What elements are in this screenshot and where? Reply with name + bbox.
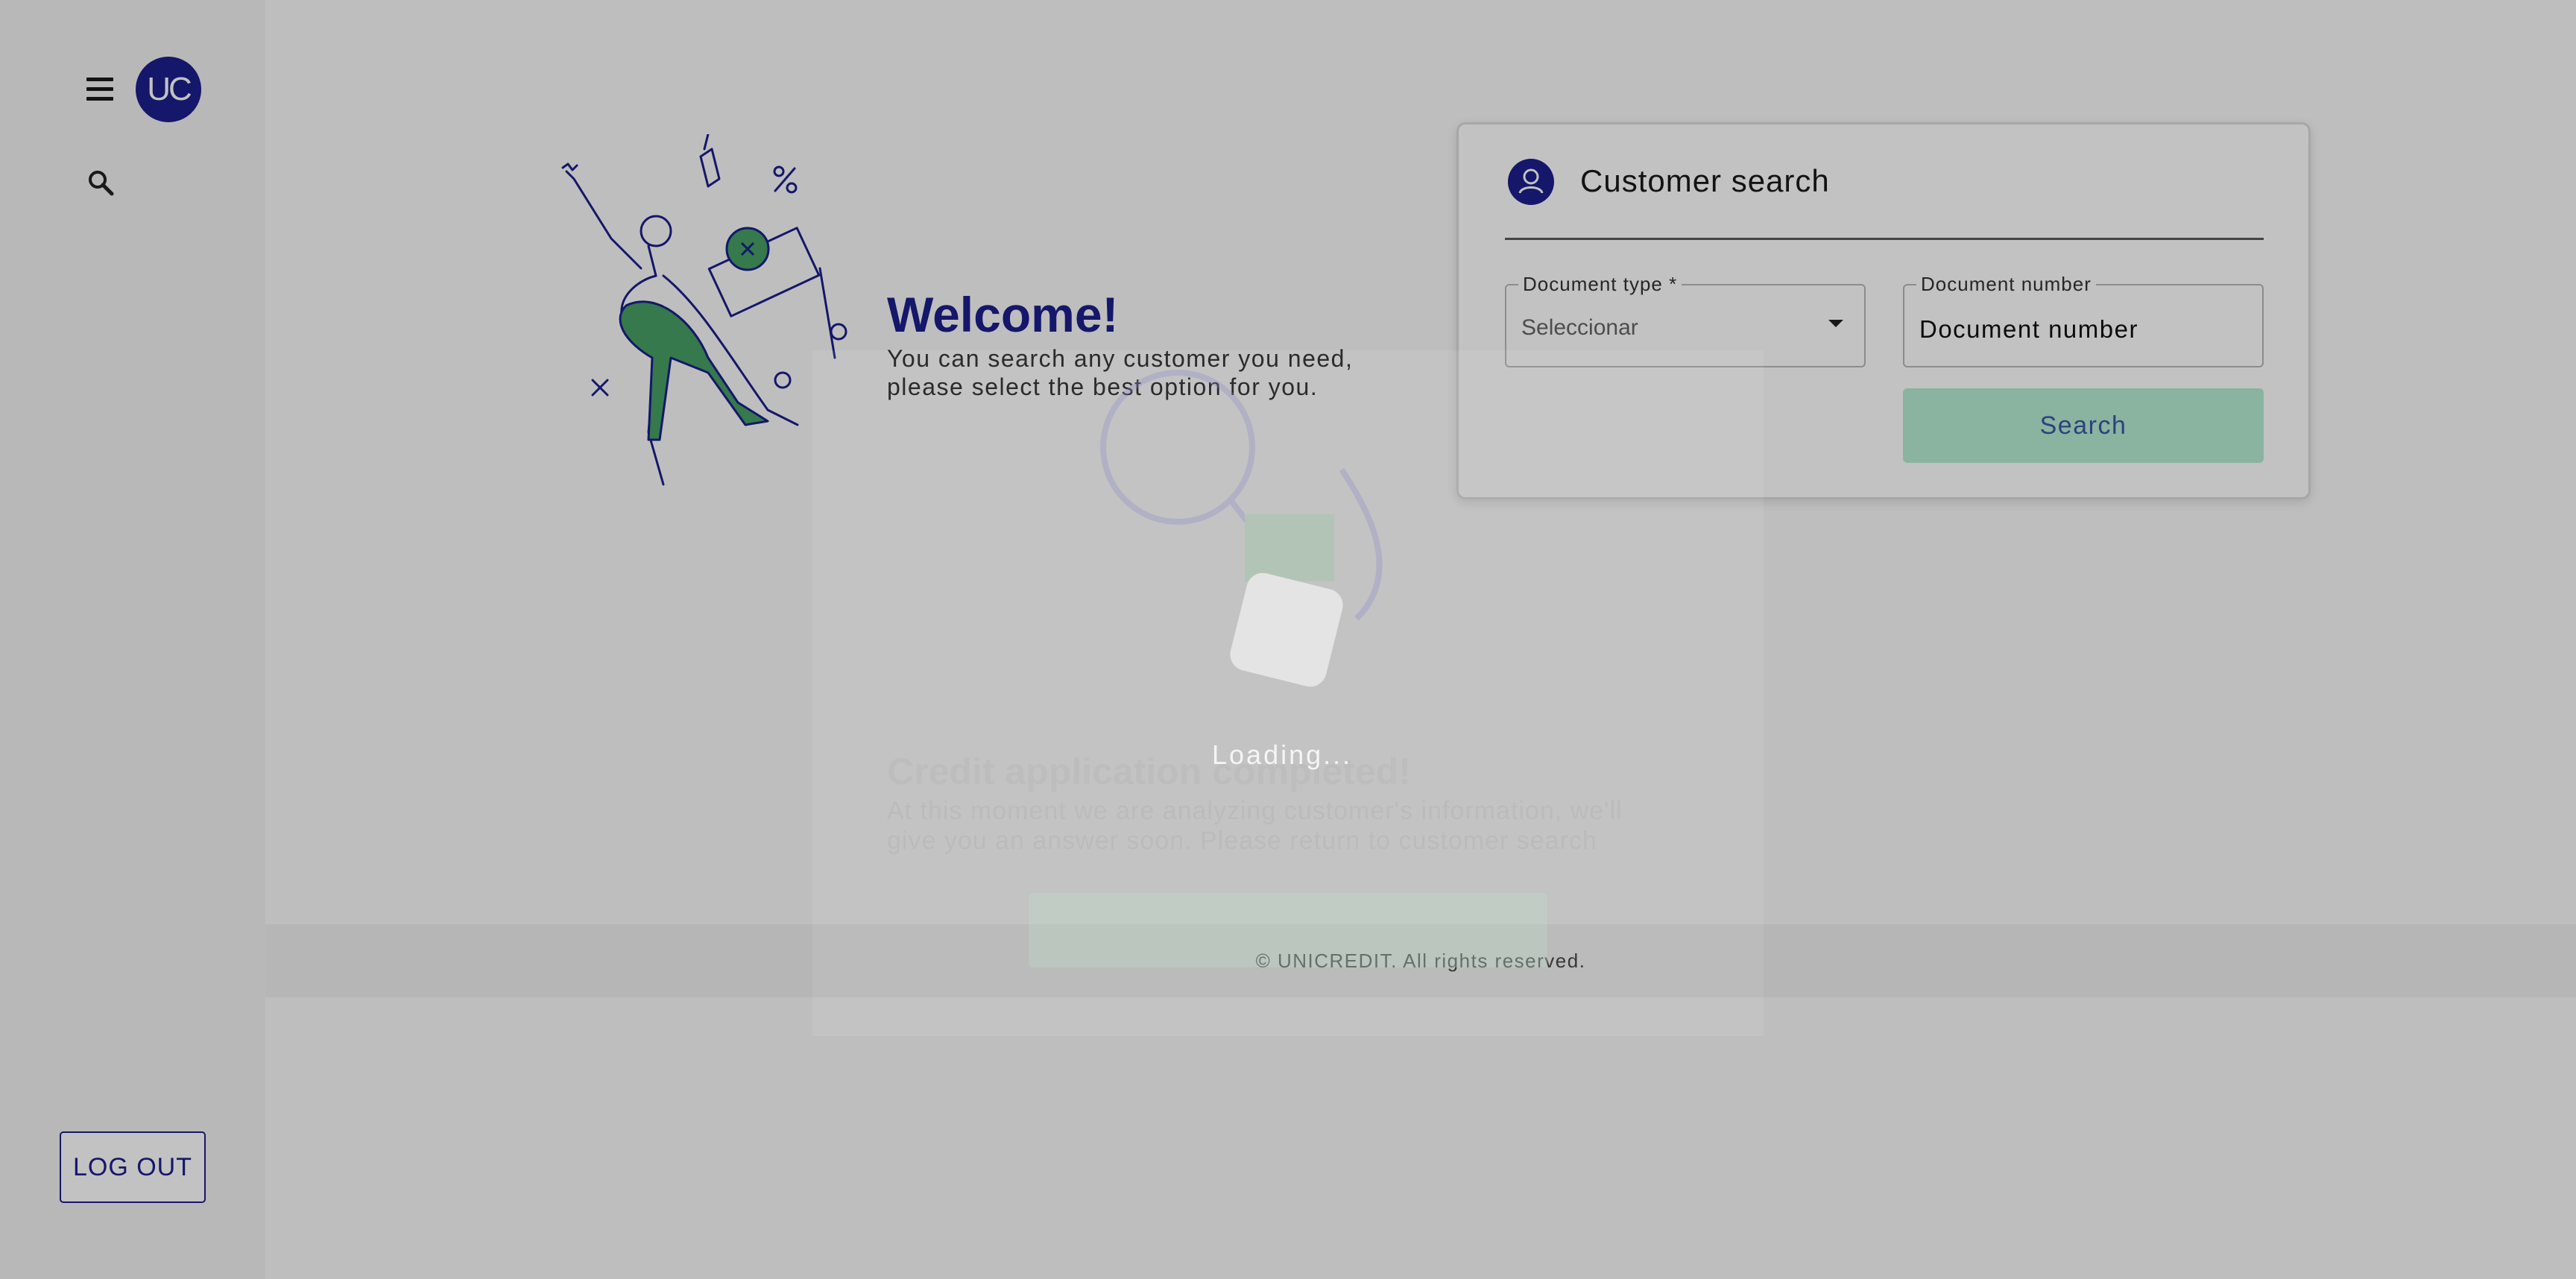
loading-text: Loading... [1212, 739, 1353, 770]
background-modal-text: At this moment we are analyzing customer… [887, 797, 1623, 855]
background-modal-button [1029, 893, 1547, 967]
